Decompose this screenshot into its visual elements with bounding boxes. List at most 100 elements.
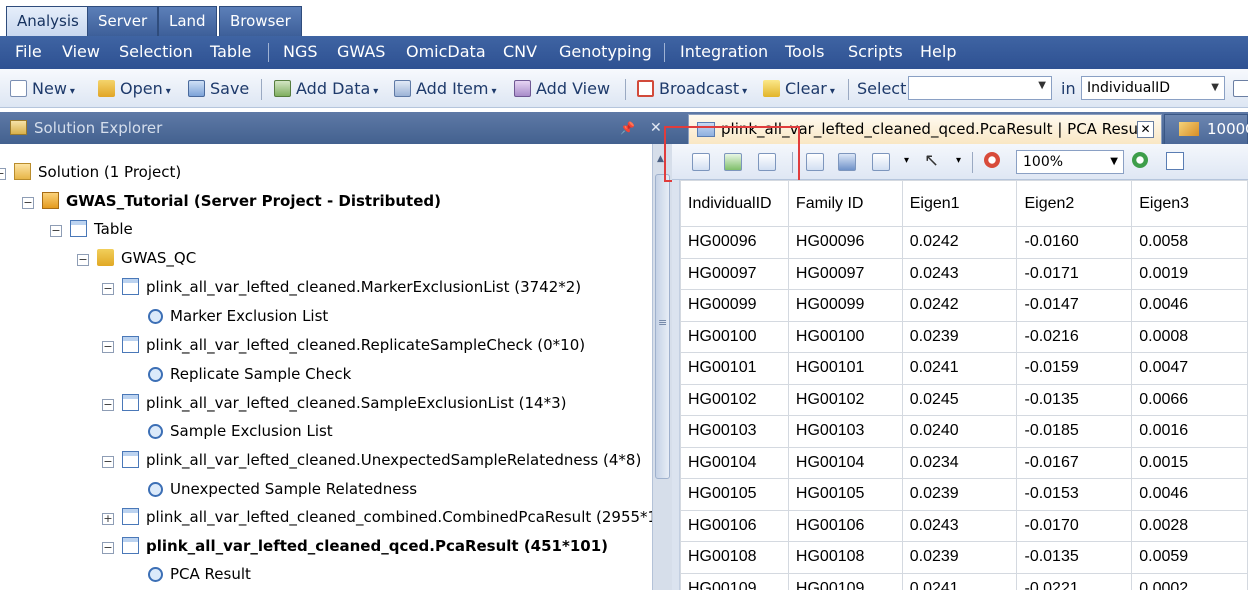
table-cell[interactable]: -0.0170 (1016, 509, 1133, 542)
table-cell[interactable]: 0.0239 (901, 478, 1018, 511)
table-row[interactable]: HG00109 HG00109 0.0241 -0.0221 0.0002 (680, 572, 1248, 590)
table-cell[interactable]: 0.0239 (901, 541, 1018, 574)
table-cell[interactable]: HG00096 (787, 226, 903, 259)
zoom-in-icon[interactable] (1132, 152, 1148, 168)
table-cell[interactable]: -0.0135 (1016, 383, 1133, 416)
table-cell[interactable]: HG00109 (787, 572, 903, 590)
table-cell[interactable]: HG00103 (787, 415, 903, 448)
add-item-button[interactable]: Add Item ▾ (394, 78, 497, 100)
table-cell[interactable]: -0.0135 (1016, 541, 1133, 574)
menu-genotyping[interactable]: Genotyping (559, 36, 652, 69)
collapse-icon[interactable]: − (77, 254, 89, 266)
tree-node-view[interactable]: Unexpected Sample Relatedness (148, 477, 417, 501)
menu-file[interactable]: File (15, 36, 42, 69)
column-header[interactable]: Eigen1 (901, 180, 1018, 227)
scroll-up-icon[interactable]: ▲ (657, 154, 664, 164)
table-cell[interactable]: HG00101 (787, 352, 903, 385)
pages-icon[interactable] (872, 153, 890, 171)
table-cell[interactable]: 0.0242 (901, 289, 1018, 322)
table-cell[interactable]: 0.0046 (1131, 478, 1248, 511)
table-cell[interactable]: 0.0058 (1131, 226, 1248, 259)
table-cell[interactable]: 0.0015 (1131, 446, 1248, 479)
table-row[interactable]: HG00103 HG00103 0.0240 -0.0185 0.0016 (680, 415, 1248, 448)
tree-node-view[interactable]: PCA Result (148, 562, 251, 586)
fit-icon[interactable] (1166, 152, 1184, 170)
table-cell[interactable]: HG00097 (680, 257, 789, 290)
zoom-out-icon[interactable] (984, 152, 1000, 168)
table-cell[interactable]: HG00106 (787, 509, 903, 542)
broadcast-button[interactable]: Broadcast ▾ (637, 78, 747, 100)
document-tab-second[interactable]: 1000G (1164, 114, 1248, 144)
column-header[interactable]: Family ID (787, 180, 903, 227)
tree-node-solution[interactable]: − Solution (1 Project) (0, 160, 181, 184)
tree-node-table-result[interactable]: − plink_all_var_lefted_cleaned.SampleExcl… (102, 391, 566, 415)
collapse-icon[interactable]: − (102, 456, 114, 468)
table-cell[interactable]: 0.0019 (1131, 257, 1248, 290)
tree-node-table-result[interactable]: − plink_all_var_lefted_cleaned.Unexpected… (102, 448, 641, 472)
table-row[interactable]: HG00096 HG00096 0.0242 -0.0160 0.0058 (680, 226, 1248, 259)
column-header[interactable]: Eigen3 (1131, 180, 1248, 227)
table-cell[interactable]: -0.0159 (1016, 352, 1133, 385)
dropdown-arrow-icon[interactable]: ▾ (956, 155, 961, 166)
table-cell[interactable]: 0.0066 (1131, 383, 1248, 416)
options-icon[interactable] (1233, 78, 1248, 100)
table-row[interactable]: HG00097 HG00097 0.0243 -0.0171 0.0019 (680, 257, 1248, 290)
table-cell[interactable]: HG00099 (787, 289, 903, 322)
collapse-icon[interactable]: − (102, 341, 114, 353)
table-cell[interactable]: -0.0185 (1016, 415, 1133, 448)
menu-view[interactable]: View (62, 36, 100, 69)
tree-node-table-result[interactable]: − plink_all_var_lefted_cleaned.MarkerExcl… (102, 275, 581, 299)
new-button[interactable]: New ▾ (10, 78, 75, 100)
table-cell[interactable]: HG00102 (680, 383, 789, 416)
tab-server[interactable]: Server (87, 6, 159, 36)
tab-browser[interactable]: Browser (219, 6, 302, 36)
tree-node-folder[interactable]: − GWAS_QC (77, 246, 196, 270)
table-cell[interactable]: -0.0160 (1016, 226, 1133, 259)
table-cell[interactable]: 0.0002 (1131, 572, 1248, 590)
pointer-icon[interactable]: ↖ (924, 150, 939, 171)
add-view-button[interactable]: Add View (514, 78, 610, 100)
table-cell[interactable]: HG00100 (787, 320, 903, 353)
tree-node-view[interactable]: Sample Exclusion List (148, 419, 333, 443)
table-cell[interactable]: -0.0221 (1016, 572, 1133, 590)
table-cell[interactable]: HG00103 (680, 415, 789, 448)
table-cell[interactable]: HG00101 (680, 352, 789, 385)
expand-icon[interactable]: + (102, 513, 114, 525)
table-cell[interactable]: 0.0240 (901, 415, 1018, 448)
add-data-button[interactable]: Add Data ▾ (274, 78, 378, 100)
tab-analysis[interactable]: Analysis (6, 6, 90, 36)
table-cell[interactable]: 0.0243 (901, 509, 1018, 542)
menu-selection[interactable]: Selection (119, 36, 193, 69)
table-cell[interactable]: 0.0243 (901, 257, 1018, 290)
table-cell[interactable]: -0.0171 (1016, 257, 1133, 290)
table-cell[interactable]: HG00096 (680, 226, 789, 259)
table-cell[interactable]: HG00105 (787, 478, 903, 511)
table-cell[interactable]: 0.0242 (901, 226, 1018, 259)
column-header[interactable]: IndividualID (680, 180, 789, 227)
menu-integration[interactable]: Integration (680, 36, 768, 69)
table-cell[interactable]: HG00106 (680, 509, 789, 542)
table-cell[interactable]: 0.0241 (901, 572, 1018, 590)
search-column-select[interactable]: IndividualID ▼ (1081, 76, 1225, 100)
collapse-icon[interactable]: − (0, 168, 6, 180)
menu-cnv[interactable]: CNV (503, 36, 537, 69)
table-cell[interactable]: 0.0046 (1131, 289, 1248, 322)
collapse-icon[interactable]: − (102, 399, 114, 411)
table-cell[interactable]: HG00108 (680, 541, 789, 574)
table-cell[interactable]: HG00108 (787, 541, 903, 574)
tree-node-view[interactable]: Replicate Sample Check (148, 362, 351, 386)
table-row[interactable]: HG00101 HG00101 0.0241 -0.0159 0.0047 (680, 352, 1248, 385)
table-cell[interactable]: HG00109 (680, 572, 789, 590)
copy-view-icon[interactable] (806, 153, 824, 171)
zoom-select[interactable]: 100% ▼ (1016, 150, 1124, 174)
table-cell[interactable]: HG00104 (680, 446, 789, 479)
column-header[interactable]: Eigen2 (1016, 180, 1133, 227)
table-row[interactable]: HG00105 HG00105 0.0239 -0.0153 0.0046 (680, 478, 1248, 511)
tree-node-table[interactable]: − Table (50, 217, 133, 241)
menu-scripts[interactable]: Scripts (848, 36, 903, 69)
table-row[interactable]: HG00099 HG00099 0.0242 -0.0147 0.0046 (680, 289, 1248, 322)
table-cell[interactable]: 0.0239 (901, 320, 1018, 353)
grid-view-icon[interactable] (838, 153, 856, 171)
collapse-icon[interactable]: − (22, 197, 34, 209)
dropdown-arrow-icon[interactable]: ▾ (904, 155, 909, 166)
